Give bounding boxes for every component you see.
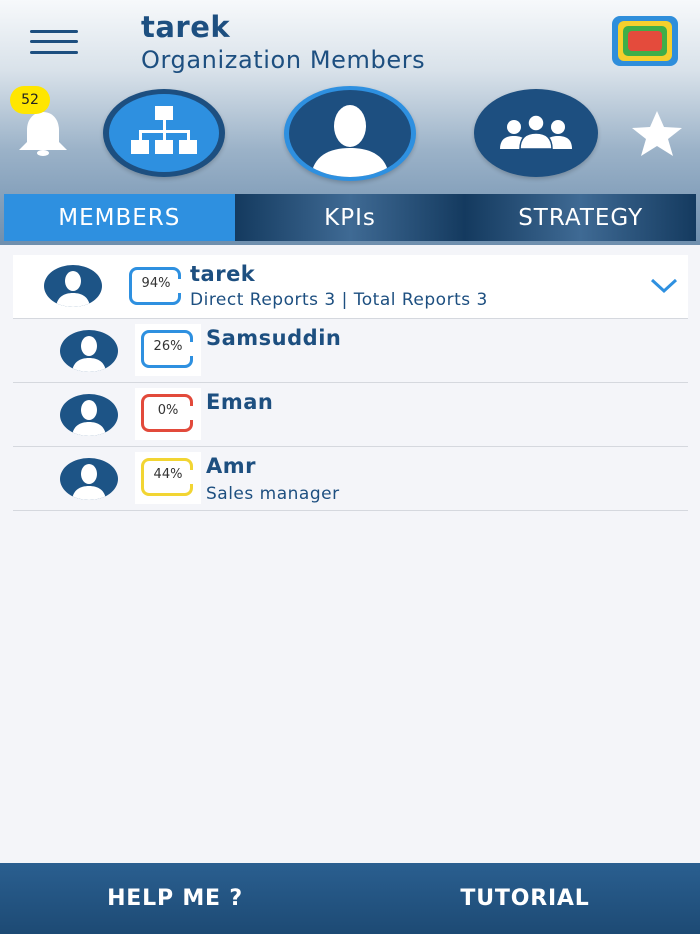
- kpi-score-badge: 0%: [135, 388, 201, 440]
- kpi-score-badge: 44%: [135, 452, 201, 504]
- page-subtitle: Organization Members: [141, 46, 426, 74]
- page-title: tarek: [141, 10, 231, 44]
- member-row[interactable]: 26% Samsuddin: [13, 319, 688, 383]
- kpi-score-value: 0%: [157, 403, 179, 418]
- members-list: 94% tarek Direct Reports 3 | Total Repor…: [0, 245, 700, 863]
- notification-badge: 52: [10, 86, 50, 114]
- kpi-score-value: 44%: [153, 467, 183, 482]
- kpi-score-badge: 26%: [135, 324, 201, 376]
- tutorial-button[interactable]: TUTORIAL: [350, 863, 700, 934]
- app-logo-icon[interactable]: [612, 16, 678, 66]
- member-name: Amr: [206, 454, 256, 478]
- member-name: Eman: [206, 390, 274, 414]
- kpi-score-value: 94%: [141, 276, 171, 291]
- footer-bar: HELP ME ? TUTORIAL: [0, 863, 700, 934]
- bell-icon[interactable]: [15, 110, 71, 156]
- star-icon[interactable]: [626, 108, 688, 160]
- hamburger-menu-icon[interactable]: [30, 28, 78, 56]
- tab-strategy[interactable]: STRATEGY: [465, 194, 697, 241]
- team-icon: [500, 114, 572, 150]
- chevron-down-icon[interactable]: [649, 275, 679, 295]
- tab-kpis[interactable]: KPIs: [234, 194, 466, 241]
- tab-members[interactable]: MEMBERS: [4, 194, 235, 241]
- profile-button[interactable]: [284, 86, 416, 181]
- user-icon: [311, 105, 389, 177]
- avatar: [44, 265, 102, 307]
- member-name: tarek: [190, 262, 256, 286]
- team-button[interactable]: [474, 89, 598, 177]
- avatar: [60, 394, 118, 436]
- tab-bar: MEMBERS KPIs STRATEGY: [4, 194, 697, 241]
- member-role: Sales manager: [206, 484, 340, 504]
- kpi-score-badge: 94%: [123, 261, 189, 313]
- member-row[interactable]: 0% Eman: [13, 383, 688, 447]
- member-reports-summary: Direct Reports 3 | Total Reports 3: [190, 290, 488, 310]
- kpi-score-value: 26%: [153, 339, 183, 354]
- avatar: [60, 330, 118, 372]
- org-chart-icon: [131, 106, 197, 154]
- avatar: [60, 458, 118, 500]
- member-row-head[interactable]: 94% tarek Direct Reports 3 | Total Repor…: [13, 255, 688, 319]
- member-name: Samsuddin: [206, 326, 342, 350]
- help-button[interactable]: HELP ME ?: [0, 863, 350, 934]
- member-row[interactable]: 44% Amr Sales manager: [13, 447, 688, 511]
- org-chart-button[interactable]: [103, 89, 225, 177]
